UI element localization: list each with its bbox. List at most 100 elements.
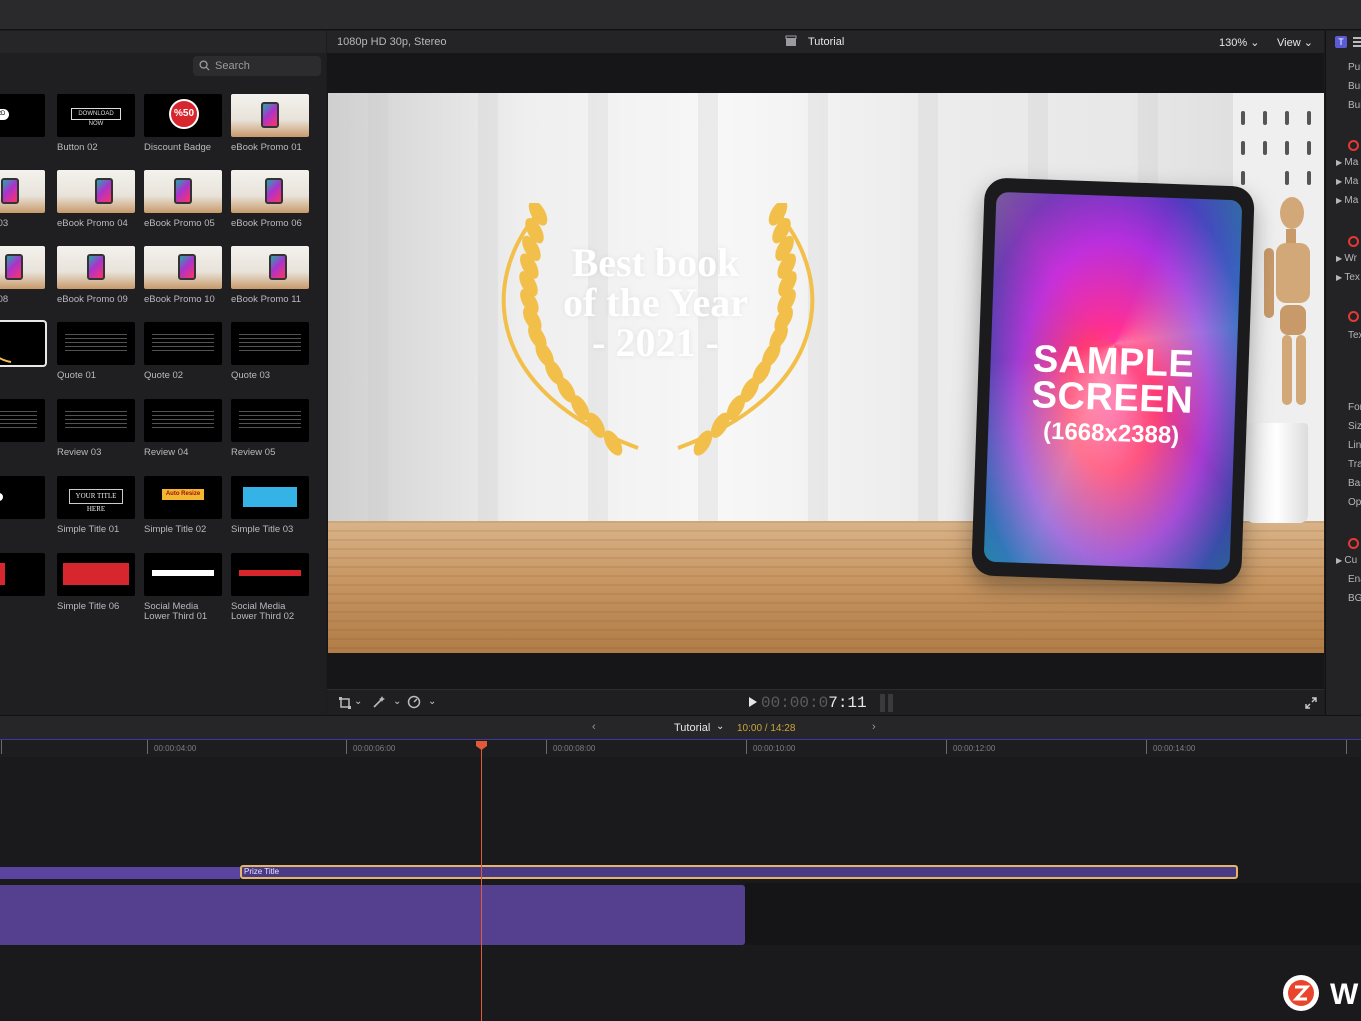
browser-item[interactable]: Title 05 bbox=[0, 553, 47, 612]
browser-item[interactable]: eBook Promo 04 bbox=[57, 170, 137, 229]
inspector-row[interactable]: Tex bbox=[1348, 330, 1361, 341]
browser-item[interactable]: Promo 03 bbox=[0, 170, 47, 229]
title-clip[interactable]: Prize Title bbox=[240, 865, 1238, 879]
browser-item[interactable]: Quote 01 bbox=[57, 322, 137, 381]
inspector-row[interactable]: ▶ Ma bbox=[1336, 176, 1358, 187]
inspector-row[interactable]: ▶ Tex bbox=[1336, 272, 1360, 283]
list-icon[interactable] bbox=[1353, 37, 1361, 47]
browser-item[interactable]: eBook Promo 09 bbox=[57, 246, 137, 305]
fullscreen-icon[interactable] bbox=[1305, 696, 1317, 714]
title-thumbnail[interactable] bbox=[0, 170, 45, 213]
video-clip[interactable] bbox=[0, 885, 745, 945]
browser-item[interactable]: itle bbox=[0, 320, 47, 381]
timecode-display[interactable]: 00:00:07:11 bbox=[761, 694, 867, 712]
inspector-row[interactable]: Pul bbox=[1348, 62, 1361, 73]
inspector-row[interactable]: ▶ Cu bbox=[1336, 555, 1357, 566]
browser-item[interactable]: eBook Promo 06 bbox=[231, 170, 311, 229]
browser-item-label: Quote 01 bbox=[57, 370, 97, 381]
video-canvas[interactable]: Best book of the Year - 2021 - SAMPLE SC… bbox=[328, 93, 1324, 653]
title-thumbnail[interactable]: Auto Resize bbox=[144, 476, 222, 519]
inspector-row[interactable]: Bas bbox=[1348, 478, 1361, 489]
browser-item[interactable]: D TO CARD 01 bbox=[0, 94, 47, 153]
browser-item[interactable]: Social Media Lower Third 01 bbox=[144, 553, 224, 622]
inspector-row[interactable]: Bui bbox=[1348, 81, 1361, 92]
title-thumbnail[interactable]: YOUR TITLE HERE bbox=[57, 476, 135, 519]
title-thumbnail[interactable] bbox=[231, 246, 309, 289]
browser-item[interactable]: %50 Discount Badge bbox=[144, 94, 224, 153]
title-thumbnail[interactable] bbox=[231, 322, 309, 365]
browser-item[interactable]: YOUR TITLE HERE Simple Title 01 bbox=[57, 476, 137, 535]
title-thumbnail[interactable] bbox=[231, 399, 309, 442]
inspector-row[interactable]: ▶ Ma bbox=[1336, 195, 1358, 206]
timeline-clip[interactable] bbox=[0, 867, 240, 879]
title-thumbnail[interactable] bbox=[231, 170, 309, 213]
inspector-row[interactable]: Tra bbox=[1348, 459, 1361, 470]
title-thumbnail[interactable]: D TO CARD bbox=[0, 94, 45, 137]
title-thumbnail[interactable] bbox=[144, 170, 222, 213]
next-arrow-icon[interactable]: › bbox=[872, 721, 876, 733]
magic-wand-icon[interactable] bbox=[372, 695, 386, 714]
title-thumbnail[interactable] bbox=[231, 476, 309, 519]
inspector-row[interactable]: For bbox=[1348, 402, 1361, 413]
browser-item[interactable]: Simple Title 03 bbox=[231, 476, 311, 535]
title-thumbnail[interactable]: %50 bbox=[144, 94, 222, 137]
timeline-project-name[interactable]: Tutorial bbox=[674, 722, 710, 734]
inspector-row[interactable]: ▶ Ma bbox=[1336, 157, 1358, 168]
search-field[interactable]: Search bbox=[193, 56, 321, 76]
title-thumbnail[interactable] bbox=[0, 246, 45, 289]
browser-item[interactable]: eBook Promo 10 bbox=[144, 246, 224, 305]
inspector-row[interactable]: BG bbox=[1348, 593, 1361, 604]
browser-item[interactable]: eBook Promo 01 bbox=[231, 94, 311, 153]
title-thumbnail[interactable] bbox=[0, 320, 47, 367]
browser-item-label: Quote 03 bbox=[231, 370, 271, 381]
inspector-row[interactable]: Siz bbox=[1348, 421, 1361, 432]
browser-item[interactable]: Auto Resize Simple Title 02 bbox=[144, 476, 224, 535]
browser-item[interactable]: Review 03 bbox=[57, 399, 137, 458]
title-thumbnail[interactable] bbox=[57, 399, 135, 442]
title-thumbnail[interactable] bbox=[57, 553, 135, 596]
playhead[interactable] bbox=[481, 741, 482, 1021]
inspector-row[interactable]: ▶ Wr bbox=[1336, 253, 1357, 264]
browser-item[interactable]: Promo 08 bbox=[0, 246, 47, 305]
browser-item[interactable]: Quote 02 bbox=[144, 322, 224, 381]
title-thumbnail[interactable] bbox=[144, 399, 222, 442]
inspector-row[interactable]: Op bbox=[1348, 497, 1361, 508]
title-thumbnail[interactable] bbox=[57, 322, 135, 365]
inspector-row[interactable]: Bui bbox=[1348, 100, 1361, 111]
zoom-menu[interactable]: 130% ⌄ bbox=[1219, 36, 1259, 49]
inspector-row[interactable]: Lin bbox=[1348, 440, 1361, 451]
title-thumbnail[interactable]: DOWNLOAD NOW bbox=[57, 94, 135, 137]
inspector-row[interactable]: Ena bbox=[1348, 574, 1361, 585]
view-menu[interactable]: View ⌄ bbox=[1277, 36, 1313, 49]
speedometer-icon[interactable] bbox=[407, 695, 421, 714]
title-thumbnail[interactable] bbox=[0, 399, 45, 442]
browser-item[interactable]: Review 05 bbox=[231, 399, 311, 458]
chevron-down-icon[interactable]: ⌄ bbox=[393, 696, 401, 707]
browser-item[interactable]: DOWNLOAD NOW Button 02 bbox=[57, 94, 137, 153]
text-inspector-tab-icon[interactable]: T bbox=[1335, 36, 1347, 48]
browser-item[interactable]: Social Media Lower Third 02 bbox=[231, 553, 311, 622]
title-thumbnail[interactable] bbox=[0, 553, 45, 596]
transform-icon[interactable] bbox=[339, 696, 351, 714]
title-thumbnail[interactable] bbox=[144, 322, 222, 365]
prev-arrow-icon[interactable]: ‹ bbox=[592, 721, 596, 733]
browser-item[interactable]: 02 bbox=[0, 399, 47, 458]
title-thumbnail[interactable] bbox=[57, 170, 135, 213]
chevron-down-icon[interactable]: ⌄ bbox=[428, 696, 436, 707]
title-thumbnail[interactable] bbox=[57, 246, 135, 289]
title-thumbnail[interactable] bbox=[231, 94, 309, 137]
browser-item[interactable]: eBook Promo 11 bbox=[231, 246, 311, 305]
browser-item[interactable]: Review 04 bbox=[144, 399, 224, 458]
title-thumbnail[interactable] bbox=[144, 246, 222, 289]
browser-item[interactable]: eBook Promo 05 bbox=[144, 170, 224, 229]
browser-item[interactable]: Quote 03 bbox=[231, 322, 311, 381]
browser-item[interactable]: Button bbox=[0, 476, 47, 535]
title-thumbnail[interactable] bbox=[0, 476, 45, 519]
chevron-down-icon[interactable]: ⌄ bbox=[354, 696, 362, 707]
title-thumbnail[interactable] bbox=[231, 553, 309, 596]
browser-item[interactable]: Simple Title 06 bbox=[57, 553, 137, 612]
timeline-ruler[interactable]: 00:00:04:00 00:00:06:00 00:00:08:00 00:00:1… bbox=[0, 739, 1361, 757]
title-thumbnail[interactable] bbox=[144, 553, 222, 596]
chevron-down-icon[interactable]: ⌄ bbox=[716, 721, 724, 732]
play-button[interactable] bbox=[748, 695, 758, 713]
